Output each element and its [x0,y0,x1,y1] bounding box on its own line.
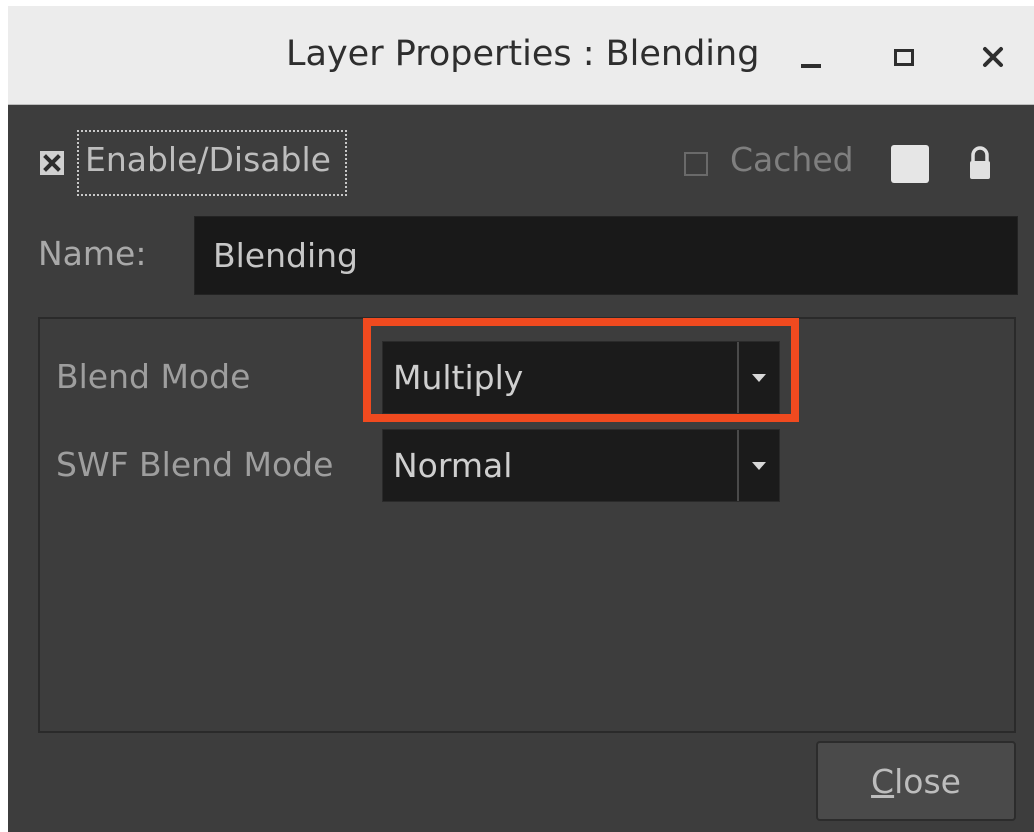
layer-properties-dialog: Layer Properties : Blending Enable/Disab… [8,6,1034,832]
blend-mode-value: Multiply [393,358,524,397]
blend-mode-arrow[interactable] [737,342,779,413]
cached-checkbox[interactable] [684,152,708,176]
chevron-down-icon [752,373,766,382]
maximize-button[interactable] [879,32,929,82]
close-label-rest: lose [894,761,961,801]
blend-mode-dropdown[interactable]: Multiply [382,341,780,414]
title-bar[interactable]: Layer Properties : Blending [8,6,1034,105]
minimize-button[interactable] [786,32,836,82]
lock-icon[interactable] [967,143,993,183]
maximize-icon [894,48,914,66]
blend-mode-label: Blend Mode [56,357,251,396]
swf-blend-mode-label: SWF Blend Mode [56,445,334,484]
minimize-icon [801,64,821,68]
close-window-button[interactable] [968,32,1018,82]
swf-blend-mode-dropdown[interactable]: Normal [382,429,780,502]
color-swatch-icon[interactable] [891,145,929,183]
enable-checkbox[interactable] [40,151,64,175]
dialog-content: Enable/Disable Cached Name: Blending Ble… [8,105,1034,832]
window-title: Layer Properties : Blending [286,34,760,74]
close-button-label: Close [871,762,961,801]
close-icon [983,47,1003,67]
name-field[interactable]: Blending [194,216,1018,295]
close-mnemonic: C [871,761,895,801]
close-button[interactable]: Close [816,741,1016,821]
enable-label[interactable]: Enable/Disable [85,140,331,179]
swf-blend-mode-arrow[interactable] [737,430,779,501]
name-label: Name: [38,234,147,273]
checkmark-x-icon [43,154,61,172]
swf-blend-mode-value: Normal [393,446,513,485]
chevron-down-icon [752,461,766,470]
cached-label[interactable]: Cached [730,140,854,179]
